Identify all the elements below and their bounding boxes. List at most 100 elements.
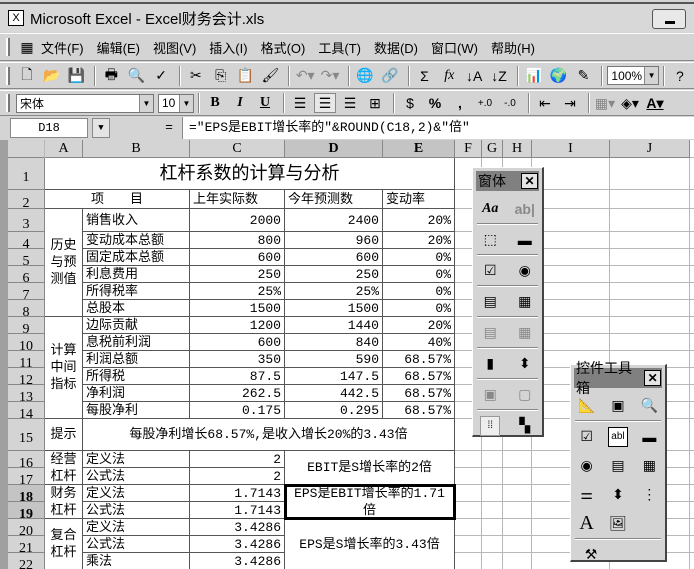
cell-B10[interactable]: 息税前利润 bbox=[83, 334, 190, 351]
cell-A20[interactable]: 复合杠杆 bbox=[45, 519, 83, 569]
checkbox-icon[interactable]: ☑ bbox=[480, 261, 500, 281]
print-icon[interactable]: 🖶 bbox=[100, 66, 122, 86]
web-icon[interactable]: 🌐 bbox=[354, 66, 376, 86]
column-header-G[interactable]: G bbox=[482, 140, 503, 158]
scroll-bar-icon[interactable]: ⋮ bbox=[639, 485, 659, 505]
currency-icon[interactable]: $ bbox=[399, 93, 421, 113]
cell-E9[interactable]: 20% bbox=[383, 317, 455, 334]
edit-code-icon[interactable]: ▢ bbox=[515, 385, 535, 405]
row-header-5[interactable]: 5 bbox=[8, 249, 45, 269]
cell-B6[interactable]: 利息费用 bbox=[83, 266, 190, 283]
copy-icon[interactable]: ⎘ bbox=[210, 66, 232, 86]
edit-formula-button[interactable]: = bbox=[160, 118, 178, 138]
cell-C9[interactable]: 1200 bbox=[190, 317, 285, 334]
menu-item-2[interactable]: 视图(V) bbox=[153, 41, 196, 56]
close-icon[interactable]: ✕ bbox=[644, 370, 661, 386]
image-icon[interactable]: 🖼 bbox=[608, 514, 628, 534]
column-header-I[interactable]: I bbox=[532, 140, 610, 158]
close-icon[interactable]: ✕ bbox=[521, 173, 538, 189]
align-left-icon[interactable]: ☰ bbox=[289, 93, 311, 113]
view-code-icon[interactable]: 🔍 bbox=[639, 396, 659, 416]
name-box[interactable]: D18 bbox=[10, 118, 88, 138]
font-select[interactable]: 宋体 ▼ bbox=[16, 93, 154, 113]
cell-A9[interactable]: 计算中间指标 bbox=[45, 317, 83, 419]
cell-D11[interactable]: 590 bbox=[285, 351, 383, 368]
cell-D16[interactable]: EBIT是S增长率的2倍 bbox=[285, 451, 455, 485]
run-dialog-icon[interactable]: ▚ bbox=[515, 416, 535, 436]
control-properties-icon[interactable]: ▣ bbox=[480, 385, 500, 405]
cell-B3[interactable]: 销售收入 bbox=[83, 209, 190, 232]
increase-indent-icon[interactable]: ⇥ bbox=[559, 93, 581, 113]
combo-list-edit-icon[interactable]: ▤ bbox=[480, 323, 500, 343]
combo-box-icon[interactable]: ▦ bbox=[515, 292, 535, 312]
row-header-8[interactable]: 8 bbox=[8, 300, 45, 320]
paste-icon[interactable]: 📋 bbox=[235, 66, 257, 86]
row-header-3[interactable]: 3 bbox=[8, 209, 45, 232]
font-color-icon[interactable]: A▾ bbox=[644, 93, 666, 113]
cell-E13[interactable]: 68.57% bbox=[383, 385, 455, 402]
cell-C10[interactable]: 600 bbox=[190, 334, 285, 351]
cell-C19[interactable]: 1.7143 bbox=[190, 502, 285, 519]
cell-C12[interactable]: 87.5 bbox=[190, 368, 285, 385]
cut-icon[interactable]: ✂ bbox=[185, 66, 207, 86]
row-header-12[interactable]: 12 bbox=[8, 368, 45, 388]
textbox-icon[interactable]: abl bbox=[607, 426, 628, 447]
command-button-icon[interactable]: ▬ bbox=[639, 427, 659, 447]
cell-D12[interactable]: 147.5 bbox=[285, 368, 383, 385]
cell-C20[interactable]: 3.4286 bbox=[190, 519, 285, 536]
borders-icon[interactable]: ▦▾ bbox=[594, 93, 616, 113]
cell-B14[interactable]: 每股净利 bbox=[83, 402, 190, 419]
menu-item-5[interactable]: 工具(T) bbox=[318, 41, 361, 56]
cell-D3[interactable]: 2400 bbox=[285, 209, 383, 232]
row-header-4[interactable]: 4 bbox=[8, 232, 45, 252]
cell-D4[interactable]: 960 bbox=[285, 232, 383, 249]
toolbar-grip[interactable] bbox=[6, 38, 10, 56]
cell-B22[interactable]: 乘法 bbox=[83, 553, 190, 569]
cell-B20[interactable]: 定义法 bbox=[83, 519, 190, 536]
column-header-B[interactable]: B bbox=[83, 140, 190, 158]
italic-button[interactable]: I bbox=[229, 93, 251, 113]
spelling-icon[interactable]: ✓ bbox=[150, 66, 172, 86]
cell-C13[interactable]: 262.5 bbox=[190, 385, 285, 402]
print-preview-icon[interactable]: 🔍 bbox=[125, 66, 147, 86]
cell-A3[interactable]: 历史与预测值 bbox=[45, 209, 83, 317]
menu-item-4[interactable]: 格式(O) bbox=[261, 41, 306, 56]
merge-center-icon[interactable]: ⊞ bbox=[364, 93, 386, 113]
list-box-icon[interactable]: ▤ bbox=[480, 292, 500, 312]
menu-item-6[interactable]: 数据(D) bbox=[374, 41, 418, 56]
cell-C14[interactable]: 0.175 bbox=[190, 402, 285, 419]
row-header-15[interactable]: 15 bbox=[8, 419, 45, 451]
cell-E4[interactable]: 20% bbox=[383, 232, 455, 249]
cell-E12[interactable]: 68.57% bbox=[383, 368, 455, 385]
save-icon[interactable]: 💾 bbox=[66, 66, 88, 86]
properties-icon[interactable]: ▣ bbox=[608, 396, 628, 416]
cell-B17[interactable]: 公式法 bbox=[83, 468, 190, 485]
option-button-icon[interactable]: ◉ bbox=[515, 261, 535, 281]
comma-button[interactable]: , bbox=[449, 93, 471, 113]
menu-item-1[interactable]: 编辑(E) bbox=[97, 41, 140, 56]
cell-A1[interactable]: 杠杆系数的计算与分析 bbox=[45, 158, 455, 190]
menu-item-0[interactable]: 文件(F) bbox=[41, 41, 84, 56]
cell-C21[interactable]: 3.4286 bbox=[190, 536, 285, 553]
menu-item-7[interactable]: 窗口(W) bbox=[431, 41, 478, 56]
combo-dropdown-edit-icon[interactable]: ▦ bbox=[515, 323, 535, 343]
chevron-down-icon[interactable]: ▼ bbox=[179, 94, 193, 112]
cell-B21[interactable]: 公式法 bbox=[83, 536, 190, 553]
forms-toolbar-titlebar[interactable]: 窗体 ✕ bbox=[476, 171, 539, 191]
cell-D20[interactable]: EPS是S增长率的3.43倍 bbox=[285, 519, 455, 569]
cell-A16[interactable]: 经营杠杆 bbox=[45, 451, 83, 485]
chevron-down-icon[interactable]: ▼ bbox=[139, 94, 153, 112]
column-header-A[interactable]: A bbox=[45, 140, 83, 158]
more-controls-icon[interactable]: ⚒ bbox=[581, 545, 601, 565]
cell-B15[interactable]: 每股净利增长68.57%,是收入增长20%的3.43倍 bbox=[83, 419, 455, 451]
row-header-14[interactable]: 14 bbox=[8, 402, 45, 422]
hyperlink-icon[interactable]: 🔗 bbox=[379, 66, 401, 86]
cell-D6[interactable]: 250 bbox=[285, 266, 383, 283]
cell-E6[interactable]: 0% bbox=[383, 266, 455, 283]
cell-C11[interactable]: 350 bbox=[190, 351, 285, 368]
format-painter-icon[interactable]: 🖌 bbox=[259, 66, 281, 86]
undo-icon[interactable]: ↶▾ bbox=[294, 66, 316, 86]
cell-C8[interactable]: 1500 bbox=[190, 300, 285, 317]
column-header-F[interactable]: F bbox=[455, 140, 482, 158]
cell-E8[interactable]: 0% bbox=[383, 300, 455, 317]
